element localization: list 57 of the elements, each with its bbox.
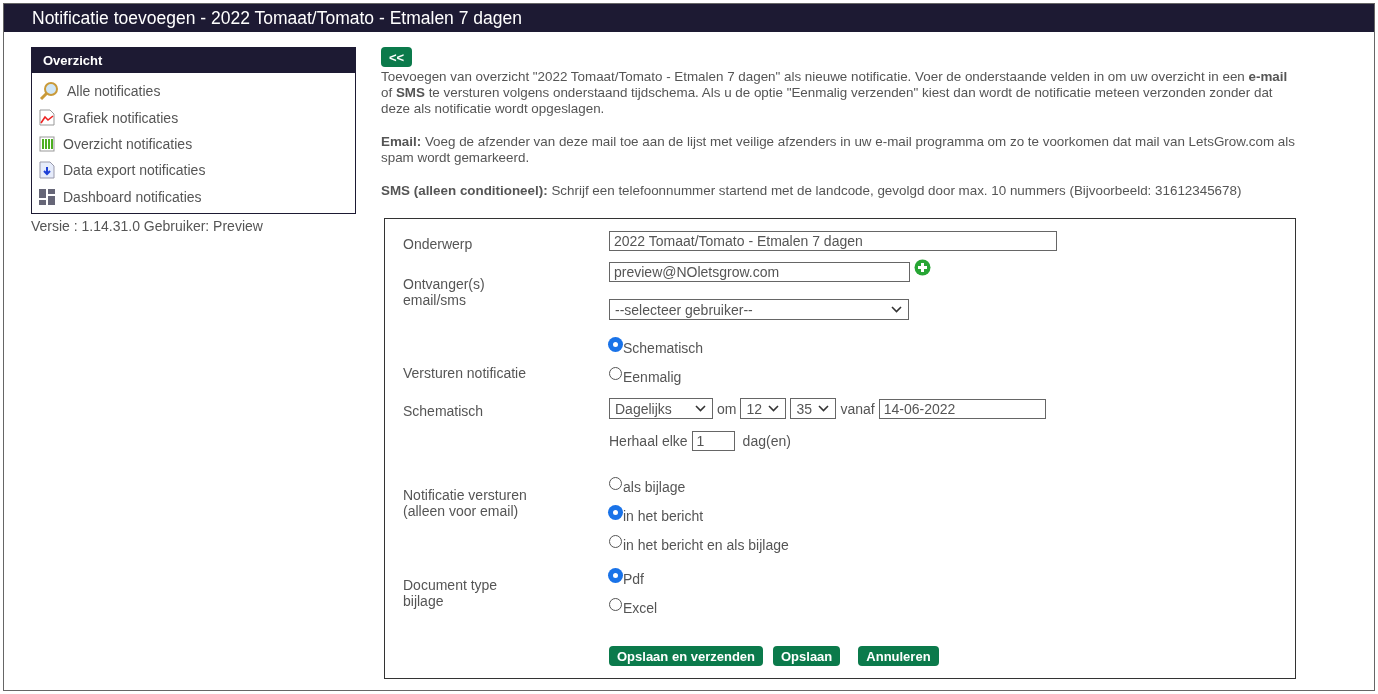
sidebar-heading: Overzicht — [31, 47, 356, 73]
dashboard-tiles-icon — [39, 188, 55, 205]
radio-button[interactable] — [609, 569, 622, 582]
chevron-down-icon — [818, 405, 830, 412]
radio-button[interactable] — [609, 535, 622, 548]
hour-dropdown[interactable]: 12 — [740, 398, 787, 419]
sidebar-item[interactable]: Alle notificaties — [39, 78, 355, 105]
subject-field[interactable]: 2022 Tomaat/Tomato - Etmalen 7 dagen — [609, 231, 1057, 251]
field-label: Versturen notificatie — [403, 365, 527, 381]
sidebar-item[interactable]: Dashboard notificaties — [39, 183, 355, 210]
field-label: Onderwerp — [403, 236, 474, 252]
radio-button[interactable] — [609, 477, 622, 490]
action-button[interactable]: Opslaan en verzenden — [609, 646, 763, 666]
chevron-down-icon — [695, 405, 706, 412]
info-paragraph: SMS (alleen conditioneel): Schrijf een telefoonnummer startend met de landcode, gevolgd door max. 10 nummers (Bijvoorbeeld: 31612345678) — [381, 183, 1243, 199]
window-title: Notificatie toevoegen - 2022 Tomaat/Tomato - Etmalen 7 dagen — [4, 4, 1374, 32]
radio-label: in het bericht — [623, 508, 704, 524]
repeat-field[interactable]: 1 — [691, 431, 735, 451]
frequency-dropdown[interactable]: Dagelijks — [609, 398, 713, 419]
repeat-unit: dag(en) — [742, 433, 791, 449]
om-text: om — [717, 400, 737, 417]
radio-label: in het bericht en als bijlage — [623, 537, 789, 553]
download-document-icon — [39, 161, 55, 180]
vanaf-text: vanaf — [840, 400, 875, 417]
minute-dropdown[interactable]: 35 — [790, 398, 837, 419]
radio-label: Schematisch — [623, 340, 704, 356]
bar-table-icon — [39, 135, 55, 153]
repeat-label: Herhaal elke — [609, 433, 688, 449]
back-button[interactable]: << — [381, 47, 413, 67]
email-field[interactable]: preview@NOletsgrow.com — [609, 262, 910, 282]
radio-label: als bijlage — [623, 479, 686, 495]
chevron-down-icon — [768, 405, 780, 412]
date-field[interactable]: 14-06-2022 — [878, 398, 1046, 419]
radio-button[interactable] — [609, 506, 622, 519]
chevron-down-icon — [891, 306, 902, 313]
add-icon — [914, 259, 931, 276]
field-label: Document type bijlage — [403, 577, 499, 609]
user-dropdown[interactable]: --selecteer gebruiker-- — [609, 299, 909, 320]
radio-label: Excel — [623, 600, 658, 616]
magnifier-icon — [39, 81, 59, 102]
sidebar-item[interactable]: Data export notificaties — [39, 157, 355, 184]
radio-label: Eenmalig — [623, 369, 682, 385]
info-paragraph: Email: Voeg de afzender van deze mail toe aan de lijst met veilige afzenders in uw e-mail programma om zo te voorkomen dat mail van LetsGrow.com als spam wordt gemarkeerd. — [381, 134, 1296, 166]
field-label: Schematisch — [403, 403, 485, 419]
action-button[interactable]: Opslaan — [773, 646, 841, 666]
radio-button[interactable] — [609, 598, 622, 611]
field-label: Ontvanger(s) email/sms — [403, 276, 486, 308]
line-chart-icon — [39, 109, 55, 127]
version-text: Versie : 1.14.31.0 Gebruiker: Preview — [31, 217, 264, 234]
field-label: Notificatie versturen (alleen voor email) — [403, 487, 528, 519]
radio-button[interactable] — [609, 338, 622, 351]
sidebar-item[interactable]: Grafiek notificaties — [39, 104, 355, 131]
radio-label: Pdf — [623, 571, 644, 587]
radio-button[interactable] — [609, 367, 622, 380]
info-paragraph: Toevoegen van overzicht "2022 Tomaat/Tomato - Etmalen 7 dagen" als nieuwe notificatie. Voer de onderstaande velden in om uw overzicht in een e-mail of SMS te versturen volgens onderstaand tijdschema. Als u de optie "Eenmalig verzenden" kiest dan wordt de notificatie meteen verzonden zonder dat deze als notificatie wordt opgeslagen. — [381, 69, 1289, 117]
action-button[interactable]: Annuleren — [858, 646, 939, 666]
sidebar-item[interactable]: Overzicht notificaties — [39, 130, 355, 158]
